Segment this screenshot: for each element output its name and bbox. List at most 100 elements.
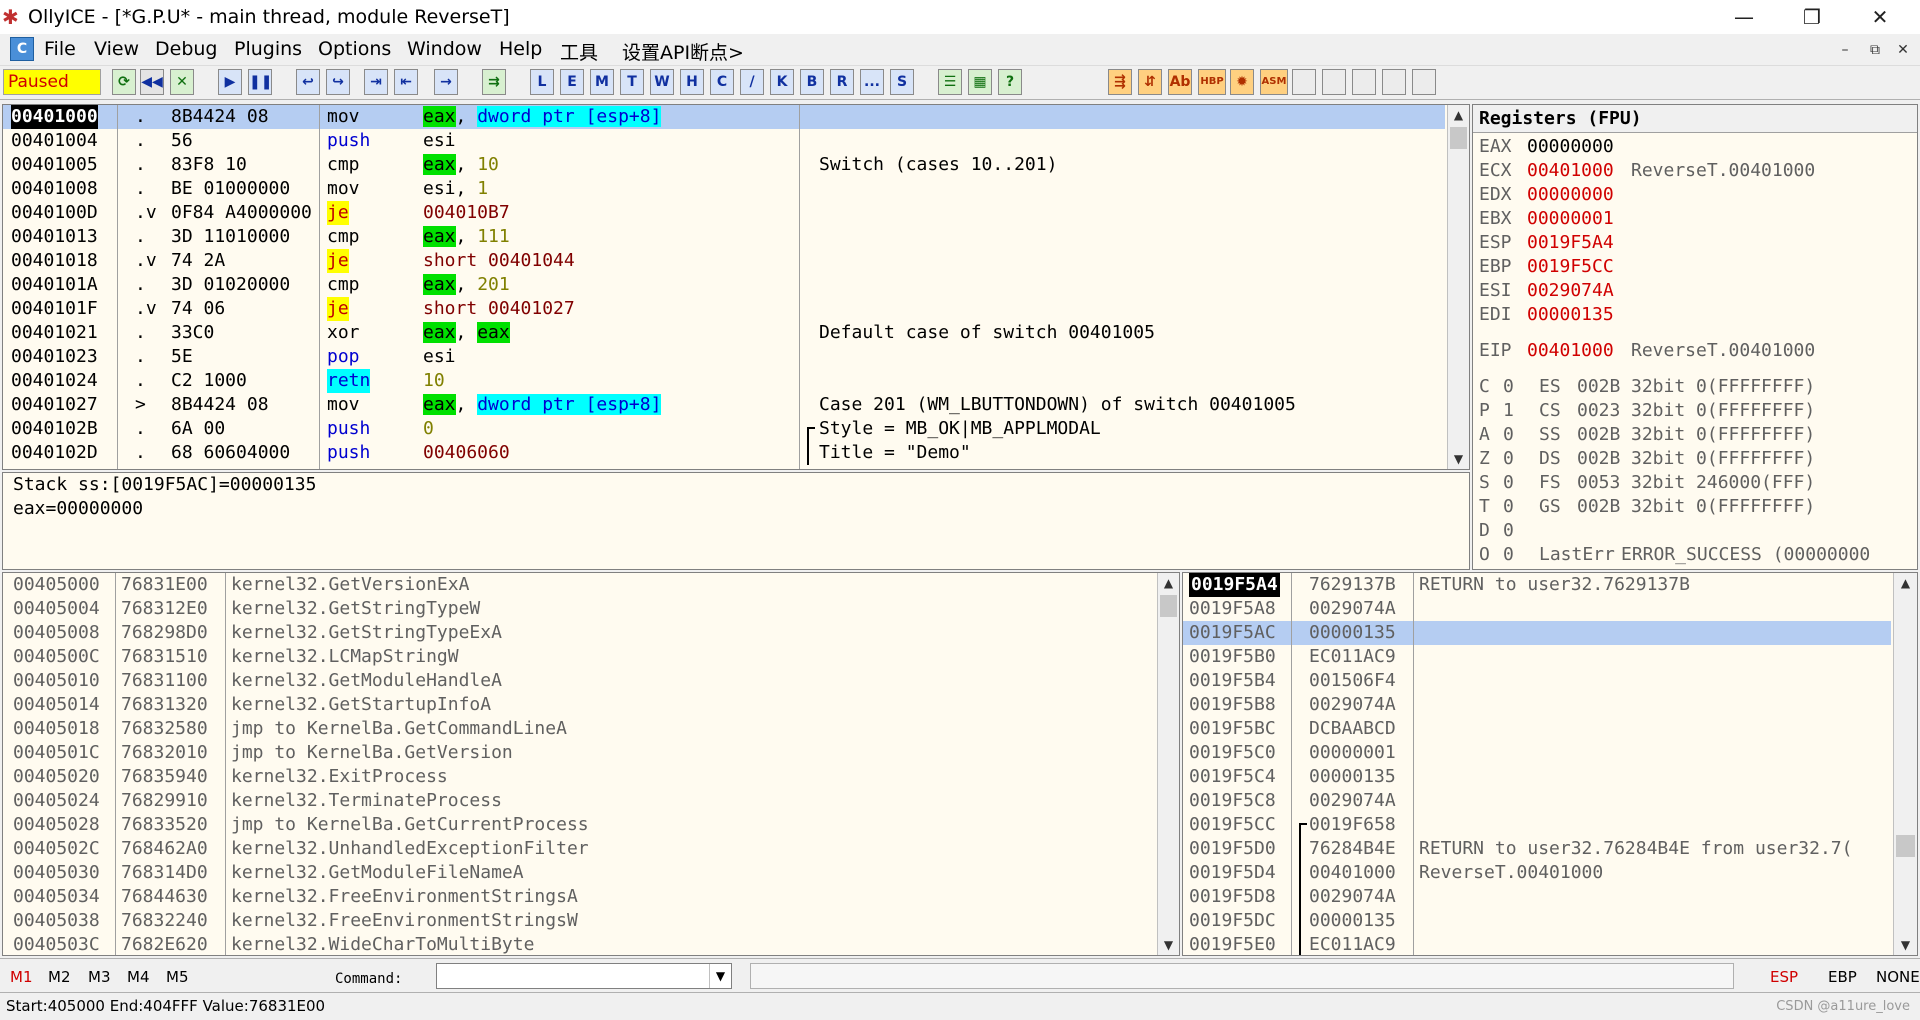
disasm-row[interactable]: 00401023. 5E pop esi — [3, 345, 1445, 369]
menu-set-api-breakpoint[interactable]: 设置API断点> — [622, 38, 744, 65]
stack-row[interactable]: 0019F5AC 00000135 — [1183, 621, 1891, 645]
stack-row[interactable]: 0019F5CC 0019F658 — [1183, 813, 1891, 837]
stack-row[interactable]: 0019F5B8 0029074A — [1183, 693, 1891, 717]
flag-row[interactable]: Z 0 DS 002B 32bit 0(FFFFFFFF) — [1473, 447, 1913, 471]
menu-window[interactable]: Window — [407, 38, 482, 60]
menu-tools[interactable]: 工具 — [560, 38, 598, 65]
register-value[interactable]: 00000000 — [1527, 135, 1614, 159]
hardware-breakpoint-icon[interactable]: HBP — [1198, 69, 1226, 95]
scroll-up-icon[interactable]: ▲ — [1894, 573, 1917, 593]
register-value[interactable]: 0019F5CC — [1527, 255, 1614, 279]
flag-row[interactable]: C 0 ES 002B 32bit 0(FFFFFFFF) — [1473, 375, 1913, 399]
mark-tab-m3[interactable]: M3 — [88, 968, 111, 986]
threads-window-button[interactable]: T — [620, 69, 644, 95]
flag-row[interactable]: D0 — [1473, 519, 1913, 543]
stack-row[interactable]: 0019F5A8 0029074A — [1183, 597, 1891, 621]
menu-file[interactable]: File — [44, 38, 76, 60]
scroll-up-icon[interactable]: ▲ — [1158, 573, 1179, 593]
stack-row[interactable]: 0019F5A4 7629137B RETURN to user32.7629137… — [1183, 573, 1891, 597]
mdi-restore-button[interactable]: ⧉ — [1864, 40, 1886, 60]
flag-value[interactable]: 0 — [1503, 423, 1514, 447]
restore-button[interactable]: ❐ — [1782, 0, 1842, 34]
log-window-button[interactable]: L — [530, 69, 554, 95]
trace-into-icon[interactable]: ⇥ — [364, 69, 388, 95]
memory-dump-pane[interactable]: 00405000 76831E00 kernel32.GetVersionExA 00… — [2, 572, 1180, 956]
execute-till-return-icon[interactable]: → — [434, 69, 458, 95]
info-pane[interactable]: Stack ss:[0019F5AC]=00000135 eax=0000000… — [2, 472, 1470, 570]
flag-row[interactable]: P 1 CS 0023 32bit 0(FFFFFFFF) — [1473, 399, 1913, 423]
close-program-icon[interactable]: ✕ — [170, 69, 194, 95]
cpu-window-button[interactable]: C — [710, 69, 734, 95]
run-icon[interactable]: ▶ — [218, 69, 242, 95]
scroll-down-icon[interactable]: ▼ — [1448, 449, 1469, 469]
disassembly-pane[interactable]: 00401000. 8B4424 08 mov eax, dword ptr [esp… — [2, 104, 1470, 470]
disasm-row[interactable]: 00401004. 56 push esi — [3, 129, 1445, 153]
step-into-icon[interactable]: ↩ — [296, 69, 320, 95]
references-window-button[interactable]: R — [830, 69, 854, 95]
register-row[interactable]: EDI 00000135 — [1473, 303, 1913, 327]
trace-over-icon[interactable]: ⇤ — [394, 69, 418, 95]
command-input[interactable]: ▼ — [436, 963, 732, 989]
flag-value[interactable]: 0 — [1503, 375, 1514, 399]
disasm-row[interactable]: 00401008. BE 01000000 mov esi, 1 — [3, 177, 1445, 201]
source-window-button[interactable]: S — [890, 69, 914, 95]
register-row[interactable]: EDX 00000000 — [1473, 183, 1913, 207]
register-value[interactable]: 00000135 — [1527, 303, 1614, 327]
register-value[interactable]: 0029074A — [1527, 279, 1614, 303]
memory-window-button[interactable]: M — [590, 69, 614, 95]
dump-row[interactable]: 00405000 76831E00 kernel32.GetVersionExA — [3, 573, 1153, 597]
appearance-icon[interactable]: ▦ — [968, 69, 992, 95]
handles-window-button[interactable]: H — [680, 69, 704, 95]
disasm-row[interactable]: 0040100D .v 0F84 A4000000 je 004010B7 — [3, 201, 1445, 225]
minimize-button[interactable]: — — [1714, 0, 1774, 34]
step-over-icon[interactable]: ↪ — [326, 69, 350, 95]
scroll-thumb[interactable] — [1896, 835, 1915, 857]
stack-pane[interactable]: 0019F5A4 7629137B RETURN to user32.7629137… — [1182, 572, 1918, 956]
flag-value[interactable]: 0 — [1503, 495, 1514, 519]
goto-icon[interactable]: ⇉ — [482, 69, 506, 95]
close-button[interactable]: ✕ — [1850, 0, 1910, 34]
stack-anchor-ebp[interactable]: EBP — [1828, 968, 1857, 986]
scroll-down-icon[interactable]: ▼ — [1894, 935, 1917, 955]
disasm-row[interactable]: 0040102B. 6A 00 push 0 Style = MB_OK|MB_APPL… — [3, 417, 1445, 441]
dump-row[interactable]: 0040501C 76832010 jmp to KernelBa.GetVersi… — [3, 741, 1153, 765]
dump-row[interactable]: 0040503C 7682E620 kernel32.WideCharToMulti… — [3, 933, 1153, 955]
windows-window-button[interactable]: W — [650, 69, 674, 95]
mark-tab-m1[interactable]: M1 — [10, 968, 33, 986]
dump-row[interactable]: 00405038 76832240 kernel32.FreeEnvironment… — [3, 909, 1153, 933]
stack-anchor-none[interactable]: NONE — [1876, 968, 1920, 986]
dump-row[interactable]: 00405014 76831320 kernel32.GetStartupInfoA — [3, 693, 1153, 717]
mark-tab-m5[interactable]: M5 — [166, 968, 189, 986]
stack-row[interactable]: 0019F5D0 76284B4E RETURN to user32.76284B4… — [1183, 837, 1891, 861]
asm-plugin-icon[interactable]: ASM — [1260, 69, 1288, 95]
mdi-minimize-button[interactable]: – — [1834, 40, 1856, 60]
menu-debug[interactable]: Debug — [155, 38, 217, 60]
disasm-row[interactable]: 00401013. 3D 11010000 cmp eax, 111 — [3, 225, 1445, 249]
stack-row[interactable]: 0019F5C8 0029074A — [1183, 789, 1891, 813]
flag-value[interactable]: 0 — [1503, 543, 1514, 567]
menu-view[interactable]: View — [94, 38, 139, 60]
flag-row[interactable]: T 0 GS 002B 32bit 0(FFFFFFFF) — [1473, 495, 1913, 519]
register-row[interactable]: EBP 0019F5CC — [1473, 255, 1913, 279]
stack-scrollbar[interactable]: ▲ ▼ — [1893, 573, 1917, 955]
scroll-up-icon[interactable]: ▲ — [1448, 105, 1469, 125]
empty-toolbar-slot[interactable] — [1292, 69, 1316, 95]
help-icon[interactable]: ? — [998, 69, 1022, 95]
registers-pane[interactable]: Registers (FPU) EAX 00000000 ECX 00401000 Re… — [1472, 104, 1918, 570]
dump-scrollbar[interactable]: ▲ ▼ — [1157, 573, 1179, 955]
stack-row[interactable]: 0019F5E0 EC011AC9 — [1183, 933, 1891, 955]
plugin-ab-icon[interactable]: Ab — [1168, 69, 1192, 95]
plugin-2-icon[interactable]: ⇵ — [1138, 69, 1162, 95]
menu-plugins[interactable]: Plugins — [234, 38, 302, 60]
disasm-row[interactable]: 0040102D. 68 60604000 push 00406060 Title = … — [3, 441, 1445, 465]
register-row[interactable]: EBX 00000001 — [1473, 207, 1913, 231]
stack-row[interactable]: 0019F5BC DCBAABCD — [1183, 717, 1891, 741]
scroll-down-icon[interactable]: ▼ — [1158, 935, 1179, 955]
register-row[interactable]: ESP 0019F5A4 — [1473, 231, 1913, 255]
cpu-window-icon[interactable]: C — [10, 37, 34, 61]
disassembly-scrollbar[interactable]: ▲ ▼ — [1447, 105, 1469, 469]
register-value[interactable]: 00000001 — [1527, 207, 1614, 231]
flag-row[interactable]: A 0 SS 002B 32bit 0(FFFFFFFF) — [1473, 423, 1913, 447]
menu-options[interactable]: Options — [318, 38, 391, 60]
disasm-row[interactable]: 00401005. 83F8 10 cmp eax, 10 Switch (cases … — [3, 153, 1445, 177]
